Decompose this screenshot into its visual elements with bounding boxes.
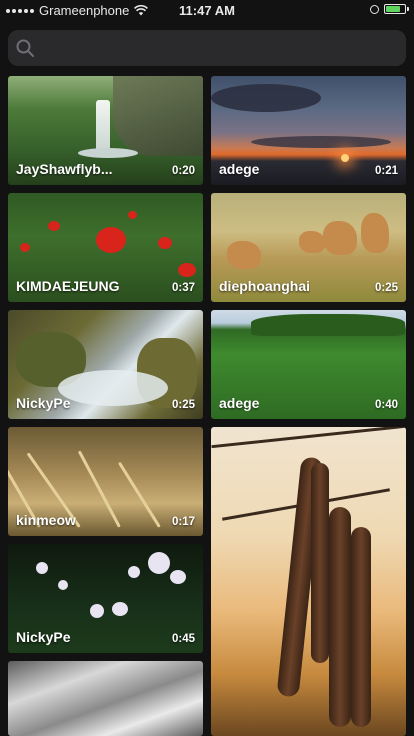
video-duration: 0:21 [374, 165, 398, 177]
search-input[interactable] [42, 30, 396, 68]
video-tile[interactable] [8, 661, 203, 736]
video-tile[interactable]: diephoanghai 0:25 [211, 193, 406, 302]
thumbnail-art [323, 221, 357, 255]
thumbnail-art [58, 370, 168, 406]
thumbnail-art [117, 461, 161, 528]
thumbnail-art [96, 100, 110, 152]
orientation-lock-icon [370, 4, 379, 14]
video-author: KIMDAEJEUNG [16, 278, 120, 294]
thumbnail-art [58, 580, 68, 590]
thumbnail-art [361, 213, 389, 253]
thumbnail-art [329, 507, 351, 727]
search-icon [16, 39, 34, 57]
status-right-icons [370, 4, 409, 14]
thumbnail-art [211, 84, 321, 112]
thumbnail-art [20, 243, 30, 252]
video-tile[interactable]: JayShawflyb... 0:20 [8, 76, 203, 185]
video-tile[interactable]: NickyPe 0:45 [8, 544, 203, 653]
thumbnail-art [211, 427, 406, 449]
search-bar[interactable] [8, 30, 406, 68]
thumbnail-art [341, 154, 349, 162]
video-author: diephoanghai [219, 278, 310, 294]
battery-level [386, 6, 400, 12]
thumbnail-art [77, 450, 121, 528]
battery-icon [384, 4, 409, 14]
thumbnail-art [251, 136, 391, 148]
video-author: NickyPe [16, 395, 71, 411]
video-author: adege [219, 161, 260, 177]
status-time: 11:47 AM [179, 3, 235, 18]
video-duration: 0:37 [171, 282, 195, 294]
status-bar: Grameenphone 11:47 AM [0, 0, 414, 22]
thumbnail-art [311, 463, 329, 663]
video-tile[interactable]: NickyPe 0:25 [8, 310, 203, 419]
video-duration: 0:45 [171, 633, 195, 645]
thumbnail-art [227, 241, 261, 269]
thumbnail-art [299, 231, 325, 253]
thumbnail-art [90, 604, 104, 618]
thumbnail-art [178, 263, 196, 277]
video-duration: 0:25 [171, 399, 195, 411]
thumbnail-art [48, 221, 60, 231]
thumbnail-art [112, 602, 128, 616]
thumbnail-art [96, 227, 126, 253]
thumbnail-art [351, 527, 371, 727]
video-author: kinmeow [16, 512, 76, 528]
video-tile[interactable]: KIMDAEJEUNG 0:37 [8, 193, 203, 302]
video-duration: 0:40 [374, 399, 398, 411]
thumbnail-art [36, 562, 48, 574]
video-author: JayShawflyb... [16, 161, 113, 177]
thumbnail-art [113, 76, 203, 156]
video-tile[interactable] [211, 427, 406, 736]
video-duration: 0:17 [171, 516, 195, 528]
thumbnail-art [78, 148, 138, 158]
video-tile[interactable]: adege 0:40 [211, 310, 406, 419]
video-author: NickyPe [16, 629, 71, 645]
video-author: adege [219, 395, 260, 411]
thumbnail-art [170, 570, 186, 584]
thumbnail-art [128, 211, 137, 219]
video-tile[interactable]: kinmeow 0:17 [8, 427, 203, 536]
thumbnail-art [251, 314, 405, 336]
thumbnail-art [128, 566, 140, 578]
video-tile[interactable]: adege 0:21 [211, 76, 406, 185]
video-duration: 0:25 [374, 282, 398, 294]
video-duration: 0:20 [171, 165, 195, 177]
thumbnail-art [158, 237, 172, 249]
thumbnail-art [148, 552, 170, 574]
